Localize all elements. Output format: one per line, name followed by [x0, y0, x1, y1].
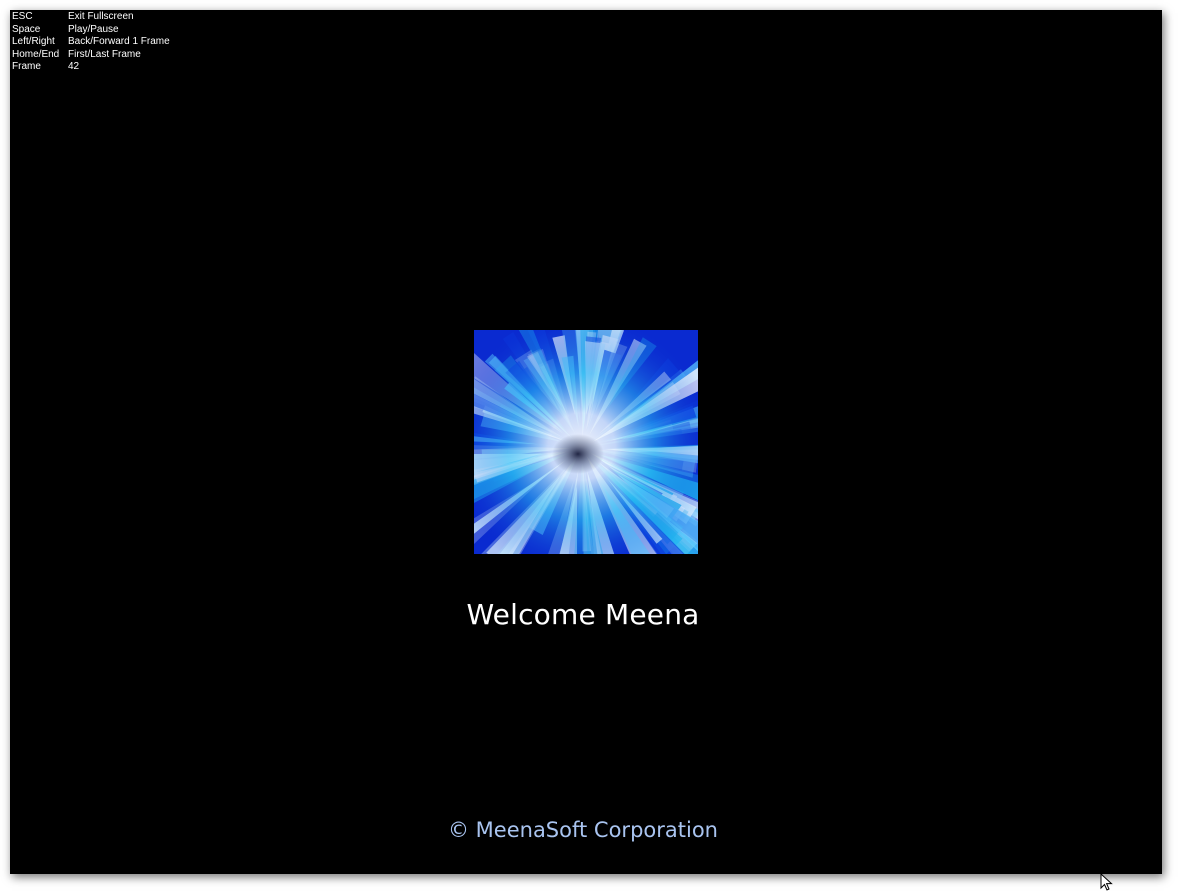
copyright-text: © MeenaSoft Corporation	[448, 818, 718, 842]
help-key: Space	[12, 23, 41, 35]
help-row-space: Space Play/Pause	[12, 24, 170, 37]
keyboard-help-overlay: ESC Exit Fullscreen Space Play/Pause Lef…	[12, 11, 170, 74]
help-key: Left/Right	[12, 36, 55, 48]
help-action: Exit Fullscreen	[68, 11, 134, 22]
help-action: Play/Pause	[68, 23, 119, 35]
blue-starburst-image	[474, 330, 698, 554]
fullscreen-player-window[interactable]: ESC Exit Fullscreen Space Play/Pause Lef…	[10, 10, 1162, 874]
frame-number: 42	[68, 61, 80, 73]
help-key: ESC	[12, 11, 33, 22]
help-row-home-end: Home/End First/Last Frame	[12, 49, 170, 62]
help-key: Frame	[12, 61, 41, 73]
help-row-esc: ESC Exit Fullscreen	[12, 11, 170, 24]
help-action: Back/Forward 1 Frame	[68, 36, 170, 48]
help-row-frame: Frame 42	[12, 61, 170, 74]
help-key: Home/End	[12, 48, 60, 60]
arrow-cursor-icon	[1100, 873, 1113, 891]
help-row-left-right: Left/Right Back/Forward 1 Frame	[12, 36, 170, 49]
welcome-message: Welcome Meena	[466, 598, 700, 631]
help-action: First/Last Frame	[68, 48, 141, 60]
